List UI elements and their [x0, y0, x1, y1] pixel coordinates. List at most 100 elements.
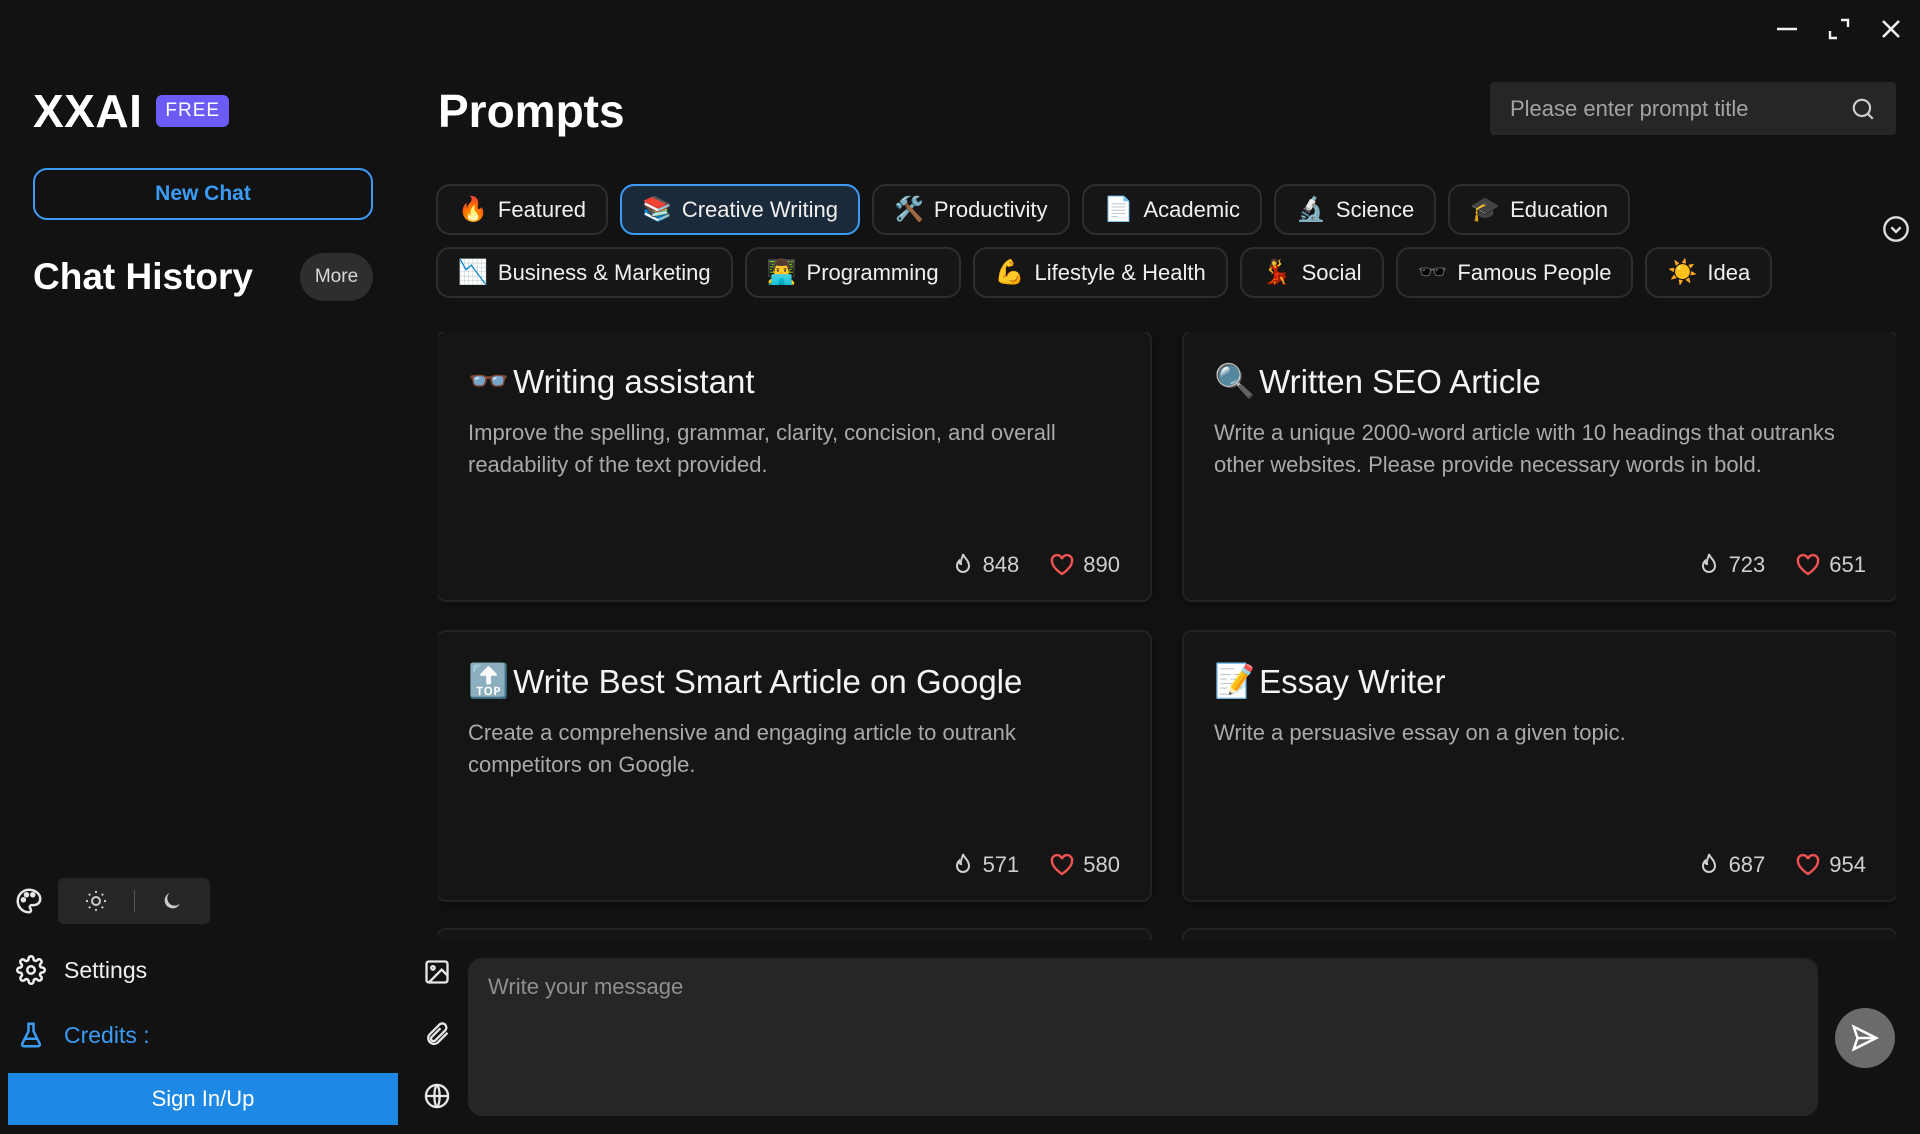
- search-input[interactable]: [1510, 95, 1850, 122]
- category-label: Featured: [497, 196, 586, 222]
- likes-stat[interactable]: 954: [1795, 852, 1866, 878]
- card-stats: 571 580: [951, 852, 1120, 878]
- card-emoji: 📝: [1214, 662, 1256, 699]
- category-label: Idea: [1707, 259, 1751, 285]
- card-emoji: 👓: [468, 362, 510, 399]
- more-button[interactable]: More: [300, 253, 373, 301]
- heart-icon: [1049, 853, 1075, 877]
- likes-stat[interactable]: 580: [1049, 852, 1120, 878]
- flame-icon: [951, 852, 975, 878]
- chevron-down-icon[interactable]: [1882, 215, 1910, 243]
- uses-stat: 848: [951, 552, 1020, 578]
- card-description: Write a unique 2000-word article with 10…: [1214, 420, 1835, 477]
- flask-icon: [16, 1020, 46, 1050]
- category-emoji: 💃: [1261, 259, 1292, 286]
- card-title: 🔝 Write Best Smart Article on Google: [468, 662, 1120, 701]
- window-controls: [1772, 14, 1906, 44]
- category-tab[interactable]: 🔬 Science: [1274, 184, 1437, 235]
- category-tab[interactable]: ☀️ Idea: [1645, 247, 1773, 298]
- prompt-card[interactable]: 🔍 Written SEO Article Write a unique 2000-…: [1184, 332, 1896, 600]
- category-tab[interactable]: 📚 Creative Writing: [619, 184, 860, 235]
- category-emoji: 📄: [1103, 196, 1134, 223]
- prompt-cards: 👓 Writing assistant Improve the spelling, …: [438, 332, 1896, 940]
- card-title-text: Write Best Smart Article on Google: [513, 662, 1023, 700]
- uses-count: 687: [1728, 852, 1766, 877]
- card-description: Write a persuasive essay on a given topi…: [1214, 720, 1626, 745]
- likes-stat[interactable]: 890: [1049, 552, 1120, 578]
- image-icon[interactable]: [420, 958, 454, 986]
- prompt-card[interactable]: 📝 Essay Writer Write a persuasive essay on…: [1184, 632, 1896, 900]
- new-chat-button[interactable]: New Chat: [33, 168, 373, 220]
- likes-stat[interactable]: 651: [1795, 552, 1866, 578]
- globe-icon[interactable]: [420, 1082, 454, 1110]
- palette-icon[interactable]: [14, 886, 44, 916]
- category-emoji: 💪: [994, 259, 1025, 286]
- likes-count: 890: [1083, 552, 1120, 577]
- category-tab[interactable]: 📉 Business & Marketing: [436, 247, 733, 298]
- category-tab[interactable]: 💃 Social: [1239, 247, 1384, 298]
- category-emoji: 📚: [641, 196, 672, 223]
- card-stats: 848 890: [951, 552, 1120, 578]
- moon-icon[interactable]: [135, 878, 211, 924]
- category-emoji: ☀️: [1667, 259, 1698, 286]
- card-peek: [438, 930, 1150, 940]
- category-tabs: 🔥 Featured 📚 Creative Writing 🛠️ Productivity…: [436, 184, 1816, 298]
- maximize-icon[interactable]: [1824, 14, 1854, 44]
- likes-count: 651: [1829, 552, 1866, 577]
- category-label: Education: [1510, 196, 1608, 222]
- category-emoji: 🔥: [458, 196, 488, 223]
- chat-history-title: Chat History: [33, 256, 253, 297]
- category-tab[interactable]: 🕶️ Famous People: [1395, 247, 1634, 298]
- uses-stat: 571: [951, 852, 1019, 878]
- plan-badge: FREE: [156, 95, 230, 127]
- card-title-text: Written SEO Article: [1259, 362, 1541, 400]
- likes-count: 580: [1083, 852, 1120, 877]
- prompt-card[interactable]: 👓 Writing assistant Improve the spelling, …: [438, 332, 1150, 600]
- card-stats: 687 954: [1697, 852, 1866, 878]
- flame-icon: [1697, 852, 1721, 878]
- card-description: Create a comprehensive and engaging arti…: [468, 720, 1016, 777]
- category-label: Science: [1335, 196, 1415, 222]
- category-label: Social: [1301, 259, 1362, 285]
- category-tab[interactable]: 🔥 Featured: [436, 184, 608, 235]
- sign-in-button[interactable]: Sign In/Up: [8, 1073, 398, 1125]
- sun-icon[interactable]: [58, 878, 134, 924]
- send-icon: [1850, 1023, 1880, 1053]
- brand-name: XXAI: [33, 85, 143, 137]
- settings-link[interactable]: Settings: [16, 955, 147, 985]
- theme-row: [14, 878, 210, 924]
- category-label: Productivity: [933, 196, 1048, 222]
- category-label: Lifestyle & Health: [1034, 259, 1206, 285]
- category-tab[interactable]: 📄 Academic: [1081, 184, 1263, 235]
- credits-link[interactable]: Credits :: [16, 1020, 150, 1050]
- category-tab[interactable]: 💪 Lifestyle & Health: [972, 247, 1228, 298]
- category-label: Programming: [806, 259, 939, 285]
- composer-tools: [420, 958, 454, 1110]
- category-label: Academic: [1143, 196, 1241, 222]
- page-title: Prompts: [438, 85, 625, 137]
- category-emoji: 👨‍💻: [766, 259, 797, 286]
- category-tab[interactable]: 🛠️ Productivity: [871, 184, 1070, 235]
- flame-icon: [951, 552, 975, 578]
- card-title-text: Writing assistant: [513, 362, 755, 400]
- uses-stat: 687: [1697, 852, 1766, 878]
- message-input[interactable]: [488, 974, 1798, 1100]
- category-emoji: 🕶️: [1417, 259, 1448, 286]
- close-icon[interactable]: [1876, 14, 1906, 44]
- prompt-card[interactable]: 🔝 Write Best Smart Article on Google Creat…: [438, 632, 1150, 900]
- category-tab[interactable]: 🎓 Education: [1448, 184, 1630, 235]
- card-stats: 723 651: [1697, 552, 1866, 578]
- message-composer: [468, 958, 1818, 1116]
- category-emoji: 🎓: [1470, 196, 1501, 223]
- heart-icon: [1049, 553, 1075, 577]
- minimize-icon[interactable]: [1772, 14, 1802, 44]
- likes-count: 954: [1829, 852, 1866, 877]
- prompt-search: [1490, 82, 1896, 135]
- paperclip-icon[interactable]: [420, 1020, 454, 1048]
- brand: XXAI FREE: [33, 84, 230, 138]
- send-button[interactable]: [1835, 1008, 1895, 1068]
- category-tab[interactable]: 👨‍💻 Programming: [744, 247, 961, 298]
- search-icon[interactable]: [1850, 96, 1876, 122]
- category-label: Famous People: [1457, 259, 1612, 285]
- uses-count: 848: [982, 552, 1020, 577]
